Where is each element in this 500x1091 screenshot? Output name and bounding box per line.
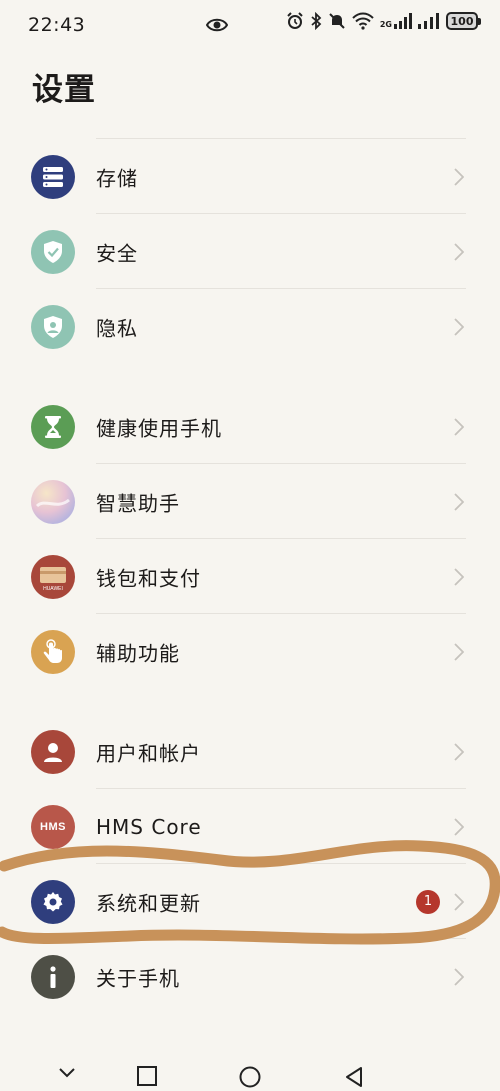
- battery-icon: 100: [446, 12, 481, 30]
- hms-icon: HMS: [31, 804, 75, 849]
- page-title: 设置: [32, 72, 96, 108]
- gear-icon: [31, 879, 75, 924]
- chevron-right-icon: [454, 642, 464, 661]
- chevron-right-icon: [454, 167, 464, 186]
- status-icons: 2G 100: [286, 12, 481, 30]
- chevron-right-icon: [454, 492, 464, 511]
- settings-item-label: HMS Core: [96, 814, 202, 839]
- mute-icon: [329, 13, 345, 29]
- bluetooth-icon: [311, 12, 322, 30]
- network-type-label: 2G: [379, 20, 392, 29]
- settings-item-security[interactable]: 安全: [0, 214, 500, 289]
- wifi-icon: [352, 12, 374, 30]
- settings-item-label: 用户和帐户: [96, 741, 201, 765]
- chevron-right-icon: [454, 967, 464, 986]
- signal-icon: [394, 13, 412, 29]
- settings-item-storage[interactable]: 存储: [0, 139, 500, 214]
- settings-item-label: 隐私: [96, 316, 138, 340]
- settings-item-label: 辅助功能: [96, 641, 180, 665]
- settings-item-label: 钱包和支付: [96, 566, 201, 590]
- settings-item-privacy[interactable]: 隐私: [0, 289, 500, 364]
- chevron-right-icon: [454, 742, 464, 761]
- status-bar: 22:43 2G 100: [0, 0, 500, 50]
- eye-icon: [206, 18, 228, 32]
- battery-level: 100: [450, 14, 474, 28]
- settings-group-features: 健康使用手机 智慧助手 HUAWEI 钱包和支付 辅助功能: [0, 389, 500, 689]
- settings-item-accessibility[interactable]: 辅助功能: [0, 614, 500, 689]
- chevron-right-icon: [454, 317, 464, 336]
- user-icon: [31, 729, 75, 774]
- settings-item-about-phone[interactable]: 关于手机: [0, 939, 500, 1014]
- settings-item-wallet[interactable]: HUAWEI 钱包和支付: [0, 539, 500, 614]
- wallet-icon: HUAWEI: [31, 554, 75, 599]
- settings-item-users[interactable]: 用户和帐户: [0, 714, 500, 789]
- chevron-right-icon: [454, 817, 464, 836]
- alarm-icon: [287, 12, 303, 29]
- privacy-shield-icon: [31, 304, 75, 349]
- settings-item-digital-balance[interactable]: 健康使用手机: [0, 389, 500, 464]
- hourglass-icon: [31, 404, 75, 449]
- recent-apps-icon[interactable]: [137, 1066, 157, 1086]
- settings-item-label: 智慧助手: [96, 491, 180, 515]
- signal-icon-2: [418, 13, 439, 29]
- storage-icon: [31, 154, 75, 199]
- info-icon: [31, 954, 75, 999]
- settings-group-device: 存储 安全 隐私: [0, 139, 500, 364]
- back-icon[interactable]: [344, 1066, 364, 1088]
- chevron-right-icon: [454, 242, 464, 261]
- settings-item-label: 健康使用手机: [96, 416, 222, 440]
- status-time: 22:43: [28, 14, 86, 36]
- chevron-right-icon: [454, 892, 464, 911]
- wallet-icon-text: HUAWEI: [43, 586, 63, 592]
- back-chevron-icon[interactable]: [58, 1066, 76, 1080]
- home-icon[interactable]: [239, 1066, 261, 1088]
- chevron-right-icon: [454, 567, 464, 586]
- hand-pointer-icon: [31, 629, 75, 674]
- settings-item-label: 关于手机: [96, 966, 180, 990]
- settings-item-label: 存储: [96, 166, 138, 190]
- assistant-icon: [31, 479, 75, 524]
- update-badge: 1: [416, 889, 440, 914]
- settings-group-system: 用户和帐户 HMS HMS Core 系统和更新 1 关于手机: [0, 714, 500, 1014]
- settings-item-assistant[interactable]: 智慧助手: [0, 464, 500, 539]
- settings-item-system-update[interactable]: 系统和更新 1: [0, 864, 500, 939]
- settings-item-label: 安全: [96, 241, 138, 265]
- chevron-right-icon: [454, 417, 464, 436]
- shield-check-icon: [31, 229, 75, 274]
- mobile-signal: 2G: [380, 13, 412, 29]
- hms-icon-text: HMS: [40, 820, 66, 833]
- navigation-bar: [0, 1058, 500, 1091]
- settings-item-hms-core[interactable]: HMS HMS Core: [0, 789, 500, 864]
- settings-item-label: 系统和更新: [96, 891, 201, 915]
